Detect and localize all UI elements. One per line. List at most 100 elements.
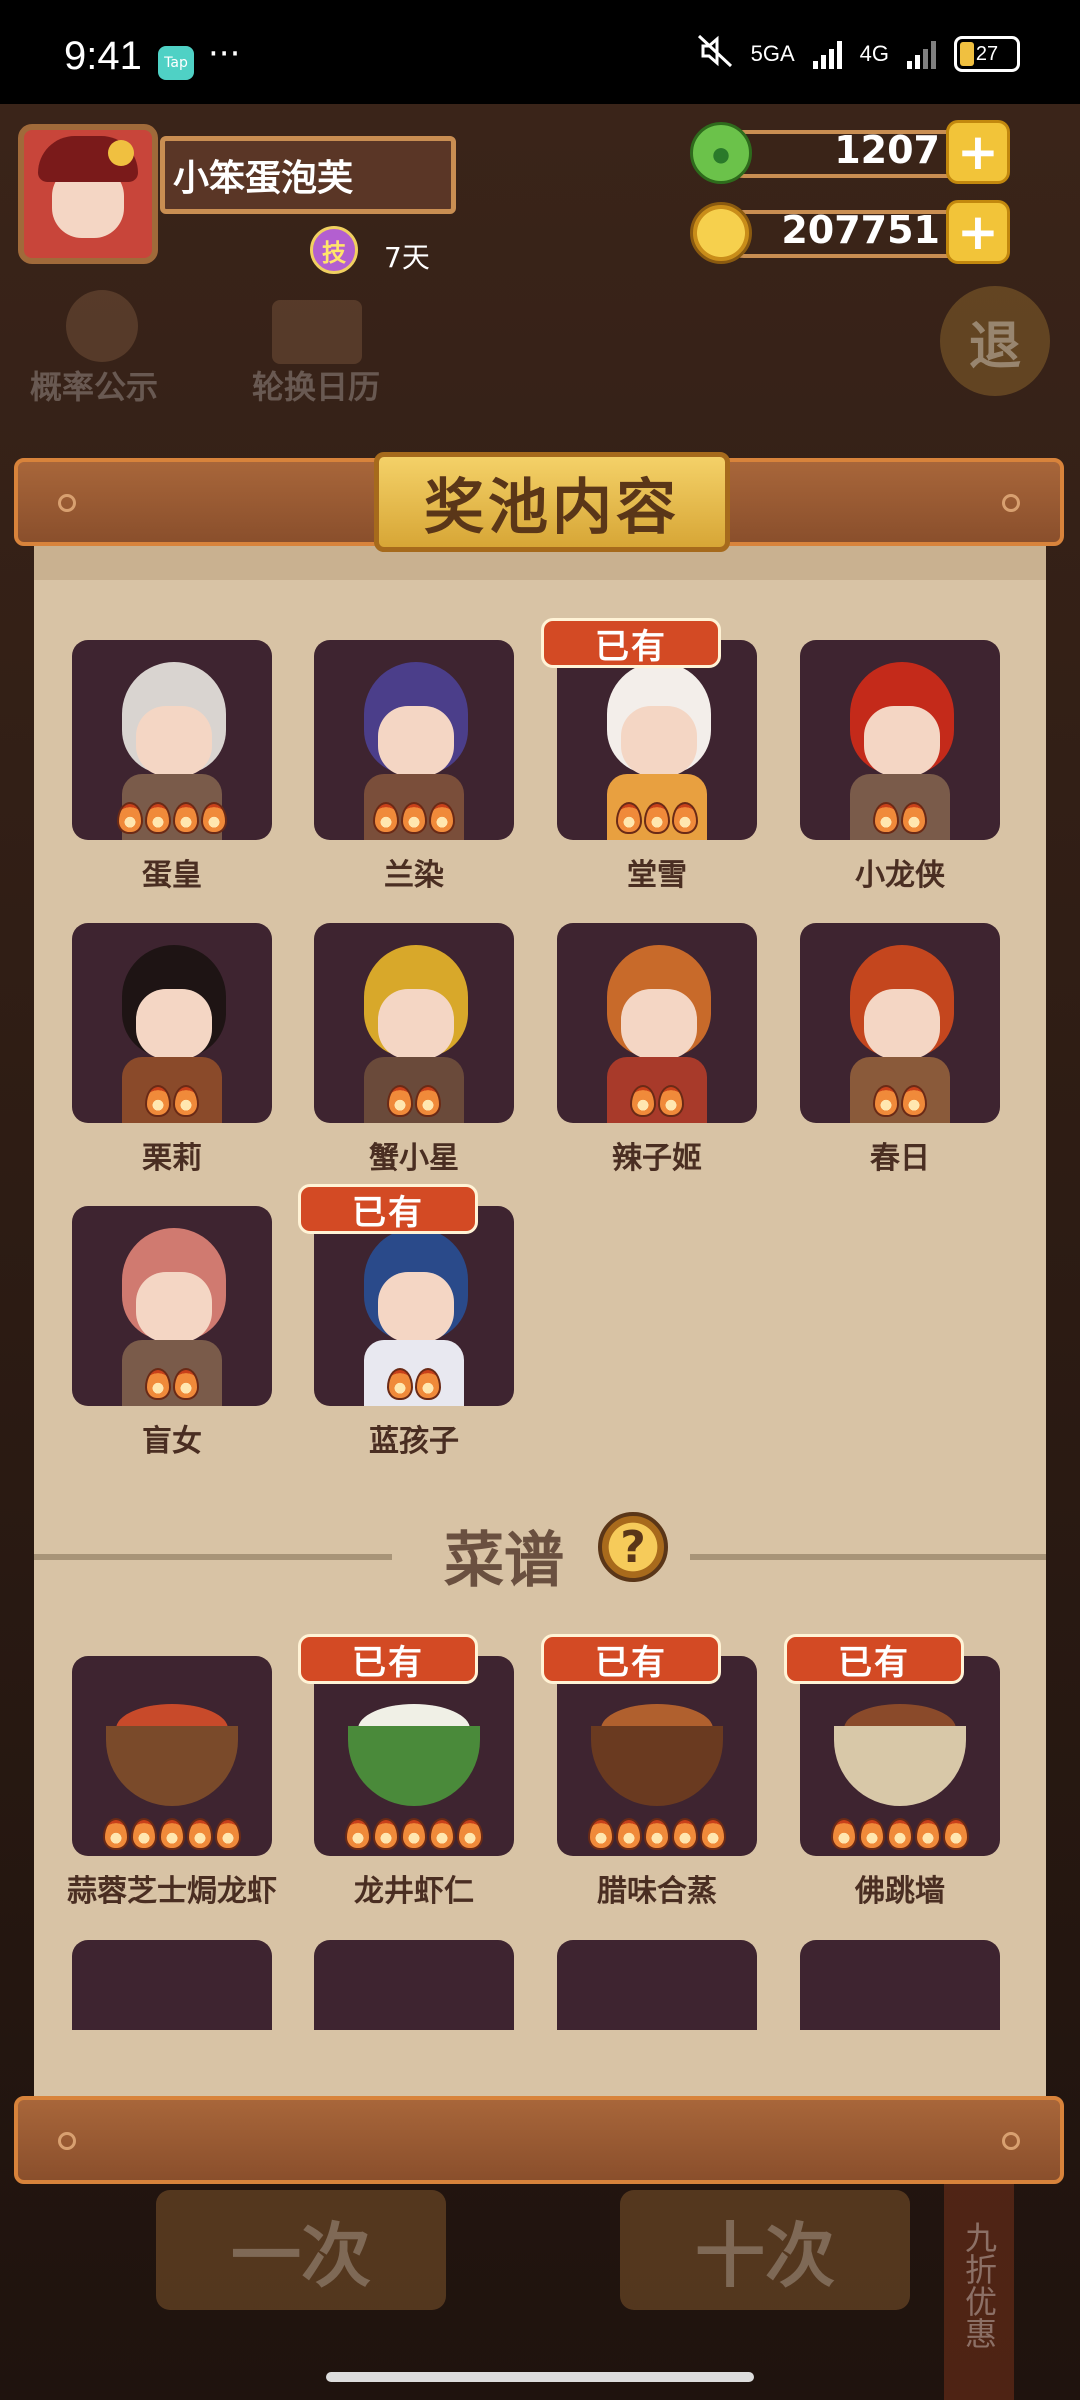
player-avatar[interactable]: [18, 124, 158, 264]
help-icon[interactable]: ?: [598, 1512, 668, 1582]
rotation-calendar-link[interactable]: 轮换日历: [252, 362, 380, 408]
clock: 9:41: [64, 34, 142, 78]
character-portrait: [72, 923, 272, 1123]
flame-icon: [873, 802, 899, 834]
flame-icon: [887, 1818, 913, 1850]
recipe-name: 蒜蓉芝士焗龙虾: [67, 1874, 277, 1909]
rarity-flames: [800, 802, 1000, 834]
divider-right: [690, 1554, 1046, 1560]
discount-promo-tag[interactable]: 九折优惠: [944, 2170, 1014, 2400]
recipe-card[interactable]: 佛跳墙 已有: [784, 1634, 1000, 1909]
recipe-name: 腊味合蒸: [597, 1874, 717, 1909]
character-name: 栗莉: [142, 1141, 202, 1176]
character-name: 堂雪: [627, 858, 687, 893]
recipe-card-partial[interactable]: [800, 1940, 1000, 2030]
probability-link[interactable]: 概率公示: [30, 362, 158, 408]
recipe-card-partial[interactable]: [72, 1940, 272, 2030]
recipe-name: 龙井虾仁: [354, 1874, 474, 1909]
character-name: 蛋皇: [142, 858, 202, 893]
flame-icon: [873, 1085, 899, 1117]
recipe-dish-image: [314, 1656, 514, 1856]
taptap-app-icon: Tap: [158, 46, 194, 80]
character-card[interactable]: 蟹小星: [314, 923, 514, 1176]
flame-icon: [415, 1085, 441, 1117]
flame-icon: [457, 1818, 483, 1850]
flame-icon: [103, 1818, 129, 1850]
add-jade-button[interactable]: +: [946, 120, 1010, 184]
flame-icon: [387, 1368, 413, 1400]
recipe-card-partial[interactable]: [314, 1940, 514, 2030]
flame-icon: [187, 1818, 213, 1850]
character-name: 辣子姬: [612, 1141, 702, 1176]
flame-icon: [616, 802, 642, 834]
flame-icon: [901, 1085, 927, 1117]
character-portrait: [800, 923, 1000, 1123]
character-card[interactable]: 栗莉: [72, 923, 272, 1176]
character-name: 蓝孩子: [369, 1424, 459, 1459]
skill-buff-icon[interactable]: 技: [310, 226, 358, 274]
flame-icon: [117, 802, 143, 834]
recipe-card-partial[interactable]: [557, 1940, 757, 2030]
character-name: 盲女: [142, 1424, 202, 1459]
player-name-plate: 小笨蛋泡芙: [160, 136, 456, 214]
signal-icon-2: [907, 39, 936, 69]
flame-icon: [429, 802, 455, 834]
rarity-flames: [72, 802, 272, 834]
flame-icon: [145, 1085, 171, 1117]
rarity-flames: [800, 1818, 1000, 1850]
recipe-card[interactable]: 蒜蓉芝士焗龙虾: [67, 1656, 277, 1909]
recipe-card[interactable]: 龙井虾仁 已有: [298, 1634, 514, 1909]
character-card[interactable]: 春日: [800, 923, 1000, 1176]
recipe-dish-image: [72, 1656, 272, 1856]
flame-icon: [915, 1818, 941, 1850]
rarity-flames: [557, 1818, 757, 1850]
mute-icon: [697, 34, 733, 74]
character-card[interactable]: 蓝孩子 已有: [298, 1184, 514, 1459]
battery-level: 27: [975, 42, 999, 65]
flame-icon: [672, 1818, 698, 1850]
character-card[interactable]: 盲女: [72, 1206, 272, 1459]
rarity-flames: [314, 1818, 514, 1850]
skill-buff-duration: 7天: [384, 241, 430, 274]
rarity-flames: [72, 1368, 272, 1400]
coin-amount: 207751: [781, 208, 940, 252]
rarity-flames: [314, 802, 514, 834]
rarity-flames: [314, 1085, 514, 1117]
network-5ga-label: 5GA: [750, 41, 795, 66]
add-coin-button[interactable]: +: [946, 200, 1010, 264]
flame-icon: [901, 802, 927, 834]
status-bar: 9:41 Tap ··· 5GA 4G 27: [0, 0, 1080, 104]
signal-icon-1: [812, 39, 842, 69]
draw-once-button[interactable]: 一次: [156, 2190, 446, 2310]
back-button[interactable]: 退: [940, 286, 1050, 396]
more-notifications-icon: ···: [208, 34, 241, 74]
recipes-section-header: 菜谱 ?: [34, 1500, 1046, 1596]
recipe-dish-image: [800, 1656, 1000, 1856]
character-portrait: [557, 640, 757, 840]
owned-badge: 已有: [784, 1634, 964, 1684]
character-card[interactable]: 辣子姬: [557, 923, 757, 1176]
flame-icon: [700, 1818, 726, 1850]
flame-icon: [644, 802, 670, 834]
flame-icon: [145, 802, 171, 834]
flame-icon: [588, 1818, 614, 1850]
probability-icon: [66, 290, 138, 362]
character-name: 春日: [870, 1141, 930, 1176]
character-card[interactable]: 堂雪 已有: [541, 618, 757, 893]
flame-icon: [401, 802, 427, 834]
character-card[interactable]: 兰染: [314, 640, 514, 893]
jade-currency: 1207 +: [690, 120, 1010, 184]
home-indicator[interactable]: [326, 2372, 754, 2382]
flame-icon: [401, 1818, 427, 1850]
character-card[interactable]: 蛋皇: [72, 640, 272, 893]
rarity-flames: [557, 1085, 757, 1117]
flame-icon: [201, 802, 227, 834]
coin-currency: 207751 +: [690, 200, 1010, 264]
draw-ten-button[interactable]: 十次: [620, 2190, 910, 2310]
owned-badge: 已有: [298, 1184, 478, 1234]
flame-icon: [415, 1368, 441, 1400]
flame-icon: [658, 1085, 684, 1117]
recipe-card[interactable]: 腊味合蒸 已有: [541, 1634, 757, 1909]
flame-icon: [429, 1818, 455, 1850]
character-card[interactable]: 小龙侠: [800, 640, 1000, 893]
